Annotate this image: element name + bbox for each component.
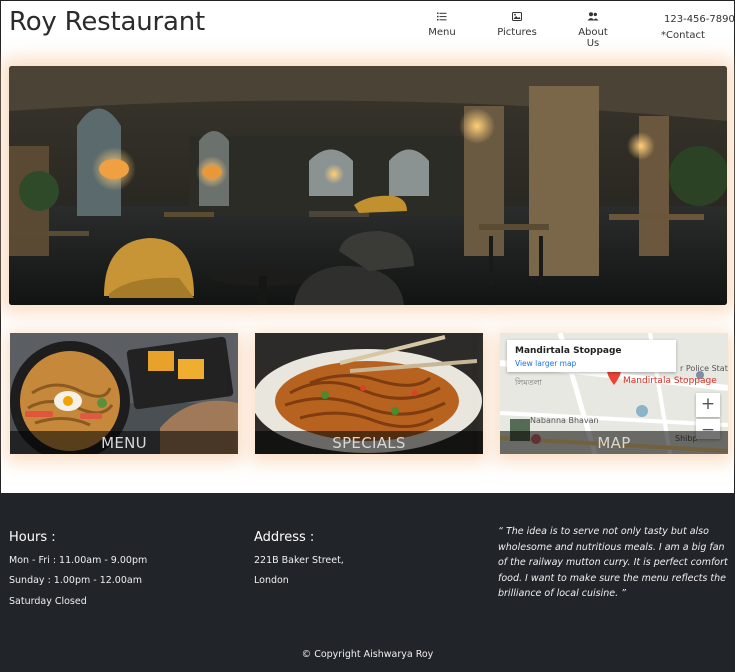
map-info-box: Mandirtala Stoppage View larger map	[507, 340, 676, 372]
map-place-title: Mandirtala Stoppage	[515, 346, 622, 356]
specials-card[interactable]: SPECIALS	[255, 333, 483, 454]
svg-text:লিমতলা: লিমতলা	[514, 378, 543, 387]
view-larger-map-link[interactable]: View larger map	[515, 359, 576, 368]
map-card[interactable]: লিমতলা r Police Statio Nabanna Bhavan Sh…	[500, 333, 728, 454]
hours-heading: Hours :	[9, 530, 56, 545]
copyright: © Copyright Aishwarya Roy	[301, 649, 434, 660]
map-zoom-in-button[interactable]: +	[696, 393, 720, 417]
hours-line: Mon - Fri : 11.00am - 9.00pm	[9, 555, 148, 566]
image-icon	[497, 12, 537, 24]
list-icon	[424, 12, 460, 24]
hero-image	[9, 66, 727, 305]
phone-number[interactable]: 123-456-7890	[664, 14, 735, 25]
map-pin-label: Mandirtala Stoppage	[623, 376, 717, 386]
nav-pictures[interactable]: Pictures	[497, 12, 537, 38]
chef-quote: “ The idea is to serve not only tasty bu…	[498, 526, 728, 599]
map-card-label: MAP	[500, 431, 728, 454]
address-line: London	[254, 575, 289, 586]
nav-about-us-label: About Us	[578, 27, 608, 49]
footer: Hours : Mon - Fri : 11.00am - 9.00pm Sun…	[0, 493, 735, 672]
brand-title[interactable]: Roy Restaurant	[9, 7, 205, 37]
svg-text:Nabanna Bhavan: Nabanna Bhavan	[530, 416, 599, 425]
nav-about-us[interactable]: About Us	[571, 12, 615, 49]
address-line: 221B Baker Street,	[254, 555, 344, 566]
users-icon	[571, 12, 615, 24]
nav-menu-label: Menu	[428, 27, 456, 38]
svg-text:r Police Statio: r Police Statio	[680, 364, 728, 373]
nav-pictures-label: Pictures	[497, 27, 537, 38]
address-heading: Address :	[254, 530, 315, 545]
hours-line: Saturday Closed	[9, 596, 87, 607]
specials-card-label: SPECIALS	[255, 431, 483, 454]
contact-link[interactable]: *Contact	[661, 30, 705, 41]
hours-line: Sunday : 1.00pm - 12.00am	[9, 575, 142, 586]
menu-card-label: MENU	[10, 431, 238, 454]
nav-menu[interactable]: Menu	[424, 12, 460, 38]
menu-card[interactable]: MENU	[10, 333, 238, 454]
